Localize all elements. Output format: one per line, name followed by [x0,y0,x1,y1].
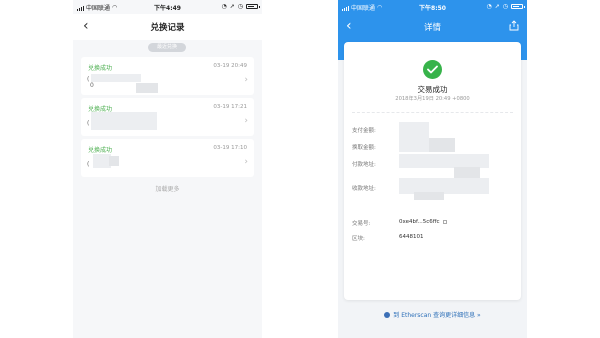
record-date: 03-19 20:49 [213,63,247,69]
pay-address-label: 付款地址: [352,162,376,168]
record-card-2[interactable]: 兑换成功 03-19 17:21 ( › [81,98,254,136]
redacted-block [399,138,429,152]
record-date: 03-19 17:21 [213,104,247,110]
transaction-timestamp: 2018年3月19日 20:49 +0800 [395,96,470,102]
status-bar-right: ◔ ➚ ◷ [221,3,260,10]
record-glyph: ( [87,161,90,168]
redacted-block [399,154,489,168]
redacted-block [91,74,141,82]
alarm-icon: ◷ [237,3,243,10]
redacted-block [429,138,455,152]
chevron-right-icon: › [244,157,248,167]
tx-hash-value[interactable]: 0xe4bf...5c6ffc [399,219,440,225]
share-icon[interactable] [509,20,519,31]
load-more-link[interactable]: 加载更多 [73,184,262,193]
chevron-right-icon: › [244,75,248,85]
pay-amount-label: 支付金额: [352,128,376,134]
status-bar: 中国联通 ◠ 下午8:50 ◔ ➚ ◷ [338,0,527,14]
page-title: 兑换记录 [150,23,185,33]
record-status: 兑换成功 [88,147,113,154]
transaction-card: 交易成功 2018年3月19日 20:49 +0800 支付金额: 换取金额: … [344,42,521,300]
nav-bar: ‹ 详情 [338,14,527,40]
redacted-block [414,192,444,200]
chevron-right-icon: › [244,116,248,126]
transaction-detail-screen: 中国联通 ◠ 下午8:50 ◔ ➚ ◷ ‹ 详情 交易成功 2018年3月19日… [338,0,527,338]
alarm-icon: ◷ [502,3,508,10]
exchange-amount-label: 换取金额: [352,145,376,151]
record-card-3[interactable]: 兑换成功 03-19 17:10 ( › [81,139,254,177]
record-glyph: 0 [90,82,94,89]
lock-icon: ◔ [486,3,492,10]
redacted-block [136,83,158,93]
page-title: 详情 [423,23,441,33]
exchange-records-screen: 中国联通 ◠ 下午4:49 ◔ ➚ ◷ ‹ 兑换记录 最近兑换 兑换成功 03-… [73,0,262,338]
nav-bar: ‹ 兑换记录 [73,14,262,40]
battery-icon [511,4,525,9]
transaction-status: 交易成功 [417,85,448,94]
recent-exchange-badge: 最近兑换 [148,43,186,52]
record-glyph: ( [87,76,90,83]
redacted-block [399,178,489,194]
redacted-block [91,112,157,130]
block-label: 区块: [352,236,365,242]
record-date: 03-19 17:10 [213,145,247,151]
record-card-1[interactable]: 兑换成功 03-19 20:49 ( 0 › [81,57,254,95]
lock-icon: ◔ [221,3,227,10]
redacted-block [399,122,429,138]
etherscan-link-text[interactable]: 到 Etherscan 查询更详细信息 » [393,310,480,319]
etherscan-link[interactable]: 到 Etherscan 查询更详细信息 » [338,310,527,319]
success-check-icon [423,60,442,79]
screenshot-stage: 中国联通 ◠ 下午4:49 ◔ ➚ ◷ ‹ 兑换记录 最近兑换 兑换成功 03-… [0,0,600,338]
divider [352,112,513,113]
tx-hash-label: 交易号: [352,221,371,227]
etherscan-icon [384,311,391,318]
receive-address-label: 收款地址: [352,186,376,192]
location-icon: ➚ [494,3,500,10]
block-value: 6448101 [399,234,424,240]
status-bar-right: ◔ ➚ ◷ [486,3,525,10]
copy-icon[interactable] [442,219,447,224]
battery-icon [246,4,260,9]
record-status: 兑换成功 [88,65,113,72]
status-bar: 中国联通 ◠ 下午4:49 ◔ ➚ ◷ [73,0,262,14]
record-glyph: ( [87,120,90,127]
redacted-block [109,156,119,166]
location-icon: ➚ [229,3,235,10]
tx-hash-value-wrap[interactable]: 0xe4bf...5c6ffc [399,219,447,225]
